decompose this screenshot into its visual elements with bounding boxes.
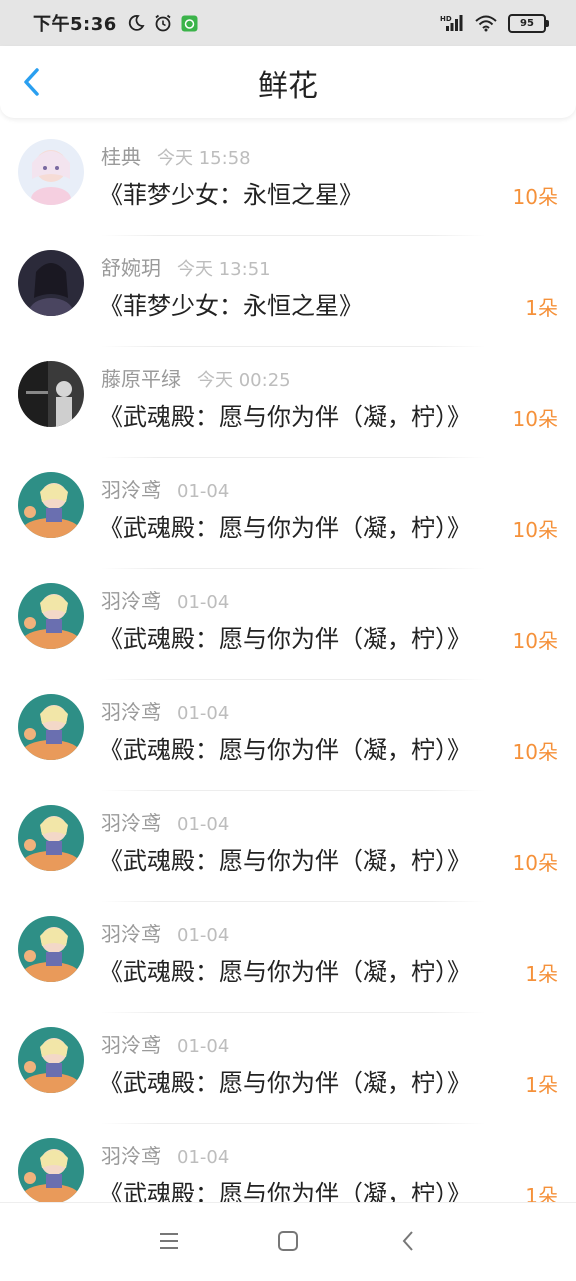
chevron-left-icon <box>24 68 39 96</box>
timestamp: 01-04 <box>177 814 230 835</box>
book-title[interactable]: 《武魂殿：愿与你为伴（凝，柠）》 <box>99 508 471 543</box>
avatar[interactable] <box>18 472 84 538</box>
list-item[interactable]: 羽泠鸢 01-04 《武魂殿：愿与你为伴（凝，柠）》 10朵 <box>0 569 576 680</box>
user-name: 羽泠鸢 <box>101 922 161 946</box>
menu-button[interactable] <box>153 1225 185 1257</box>
book-title[interactable]: 《武魂殿：愿与你为伴（凝，柠）》 <box>99 730 471 765</box>
avatar[interactable] <box>18 805 84 871</box>
list-item[interactable]: 羽泠鸢 01-04 《武魂殿：愿与你为伴（凝，柠）》 1朵 <box>0 902 576 1013</box>
header: 鲜花 <box>0 46 576 118</box>
flower-count: 10朵 <box>512 629 558 653</box>
timestamp: 01-04 <box>177 481 230 502</box>
page-title: 鲜花 <box>258 69 318 104</box>
timestamp: 01-04 <box>177 925 230 946</box>
status-bar: 下午5:36 HD 95 <box>0 0 576 46</box>
avatar[interactable] <box>18 916 84 982</box>
user-name: 藤原平绿 <box>101 367 181 391</box>
moon-icon <box>127 14 145 32</box>
avatar[interactable] <box>18 250 84 316</box>
timestamp: 今天 15:58 <box>157 148 251 169</box>
flower-count: 10朵 <box>512 407 558 431</box>
user-name: 羽泠鸢 <box>101 1033 161 1057</box>
list-item[interactable]: 藤原平绿 今天 00:25 《武魂殿：愿与你为伴（凝，柠）》 10朵 <box>0 347 576 458</box>
avatar[interactable] <box>18 1138 84 1204</box>
timestamp: 01-04 <box>177 592 230 613</box>
list-item[interactable]: 羽泠鸢 01-04 《武魂殿：愿与你为伴（凝，柠）》 10朵 <box>0 458 576 569</box>
book-title[interactable]: 《武魂殿：愿与你为伴（凝，柠）》 <box>99 1063 471 1098</box>
flower-record-list: 桂典 今天 15:58 《菲梦少女：永恒之星》 10朵 舒婉玥 今天 13:51… <box>0 125 576 1235</box>
avatar[interactable] <box>18 139 84 205</box>
book-title[interactable]: 《武魂殿：愿与你为伴（凝，柠）》 <box>99 952 471 987</box>
timestamp: 01-04 <box>177 1036 230 1057</box>
flower-count: 10朵 <box>512 740 558 764</box>
status-time: 下午5:36 <box>33 14 117 35</box>
home-button[interactable] <box>272 1225 304 1257</box>
book-title[interactable]: 《武魂殿：愿与你为伴（凝，柠）》 <box>99 841 471 876</box>
user-name: 羽泠鸢 <box>101 478 161 502</box>
flower-count: 1朵 <box>525 962 558 986</box>
flower-count: 1朵 <box>525 296 558 320</box>
avatar[interactable] <box>18 1027 84 1093</box>
user-name: 羽泠鸢 <box>101 1144 161 1168</box>
flower-count: 10朵 <box>512 851 558 875</box>
flower-count: 1朵 <box>525 1073 558 1097</box>
avatar[interactable] <box>18 361 84 427</box>
menu-icon <box>160 1233 178 1249</box>
list-item[interactable]: 羽泠鸢 01-04 《武魂殿：愿与你为伴（凝，柠）》 10朵 <box>0 791 576 902</box>
user-name: 舒婉玥 <box>101 256 161 280</box>
back-button[interactable] <box>16 66 48 98</box>
flower-count: 10朵 <box>512 185 558 209</box>
user-name: 羽泠鸢 <box>101 589 161 613</box>
timestamp: 01-04 <box>177 1147 230 1168</box>
svg-text:HD: HD <box>440 15 452 23</box>
back-chevron-icon <box>402 1231 413 1251</box>
back-nav-button[interactable] <box>392 1225 424 1257</box>
user-name: 桂典 <box>101 145 141 169</box>
book-title[interactable]: 《武魂殿：愿与你为伴（凝，柠）》 <box>99 619 471 654</box>
user-name: 羽泠鸢 <box>101 700 161 724</box>
list-item[interactable]: 舒婉玥 今天 13:51 《菲梦少女：永恒之星》 1朵 <box>0 236 576 347</box>
list-item[interactable]: 羽泠鸢 01-04 《武魂殿：愿与你为伴（凝，柠）》 1朵 <box>0 1013 576 1124</box>
book-title[interactable]: 《武魂殿：愿与你为伴（凝，柠）》 <box>99 397 471 432</box>
wifi-icon <box>474 14 498 32</box>
user-name: 羽泠鸢 <box>101 811 161 835</box>
timestamp: 今天 13:51 <box>177 259 271 280</box>
battery-icon: 95 <box>508 13 549 33</box>
avatar[interactable] <box>18 694 84 760</box>
flower-count: 10朵 <box>512 518 558 542</box>
book-title[interactable]: 《菲梦少女：永恒之星》 <box>99 175 363 210</box>
avatar[interactable] <box>18 583 84 649</box>
system-nav-bar <box>0 1202 576 1281</box>
book-title[interactable]: 《菲梦少女：永恒之星》 <box>99 286 363 321</box>
alarm-icon <box>153 13 173 33</box>
list-item[interactable]: 桂典 今天 15:58 《菲梦少女：永恒之星》 10朵 <box>0 125 576 236</box>
home-square-icon <box>278 1231 298 1251</box>
app-notification-icon <box>181 15 198 32</box>
list-item[interactable]: 羽泠鸢 01-04 《武魂殿：愿与你为伴（凝，柠）》 10朵 <box>0 680 576 791</box>
timestamp: 今天 00:25 <box>197 370 291 391</box>
timestamp: 01-04 <box>177 703 230 724</box>
hd-signal-icon: HD <box>440 14 464 32</box>
